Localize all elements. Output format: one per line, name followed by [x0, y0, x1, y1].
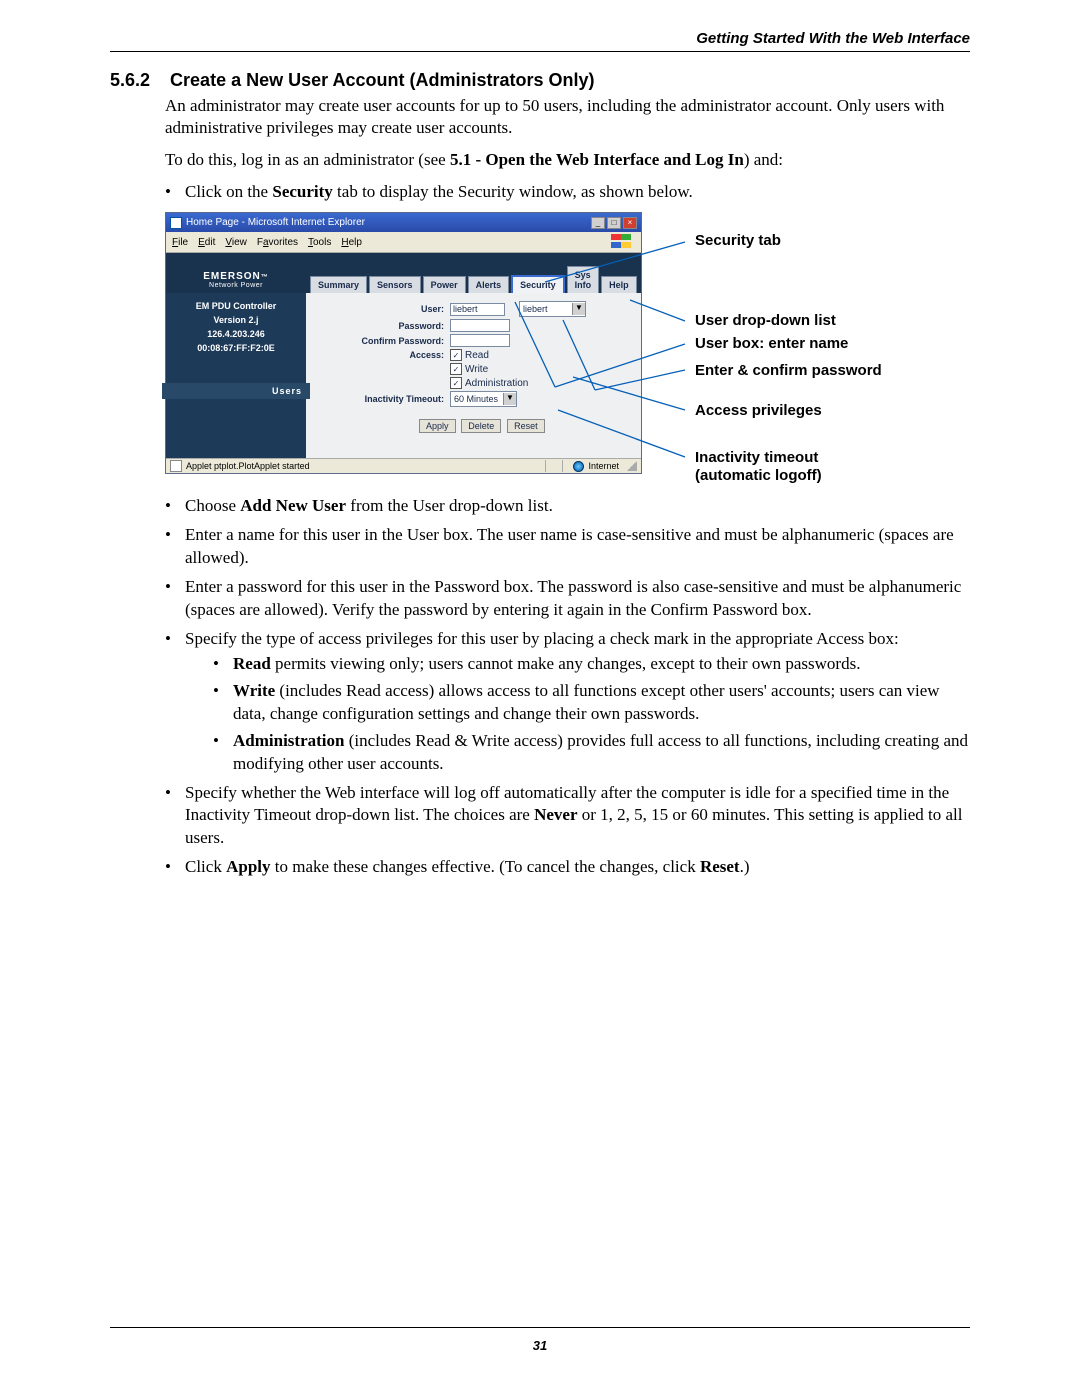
step-inactivity-timeout: Specify whether the Web interface will l… — [165, 782, 970, 851]
maximize-button[interactable]: □ — [607, 217, 621, 229]
applet-icon — [170, 460, 182, 472]
user-input[interactable]: liebert — [450, 303, 505, 316]
user-label: User: — [314, 304, 450, 314]
access-admin-desc: Administration (includes Read & Write ac… — [213, 730, 970, 776]
access-label: Access: — [314, 350, 450, 360]
timeout-dropdown[interactable]: 60 Minutes ▼ — [450, 391, 517, 407]
minimize-button[interactable]: _ — [591, 217, 605, 229]
menu-file[interactable]: File — [172, 237, 188, 248]
tab-power[interactable]: Power — [423, 276, 466, 293]
status-text: Applet ptplot.PlotApplet started — [186, 461, 310, 471]
read-checkbox[interactable]: ✓ — [450, 349, 462, 361]
xref-open-web-interface: 5.1 - Open the Web Interface and Log In — [450, 150, 744, 169]
window-titlebar: Home Page - Microsoft Internet Explorer … — [166, 213, 641, 232]
user-dropdown[interactable]: liebert ▼ — [519, 301, 586, 317]
access-write-desc: Write (includes Read access) allows acce… — [213, 680, 970, 726]
admin-checkbox[interactable]: ✓ — [450, 377, 462, 389]
tab-sysinfo[interactable]: Sys Info — [567, 266, 600, 293]
sidebar-version: Version 2.j — [213, 315, 258, 325]
close-button[interactable]: × — [623, 217, 637, 229]
menu-view[interactable]: View — [225, 237, 247, 248]
step-specify-access: Specify the type of access privileges fo… — [165, 628, 970, 776]
menu-favorites[interactable]: Favorites — [257, 237, 298, 248]
intro-paragraph-1: An administrator may create user account… — [165, 95, 970, 139]
callout-timeout-1: Inactivity timeout — [695, 449, 818, 466]
tab-security[interactable]: Security — [511, 275, 565, 293]
access-read-desc: Read permits viewing only; users cannot … — [213, 653, 970, 676]
confirm-password-label: Confirm Password: — [314, 336, 450, 346]
step-enter-password: Enter a password for this user in the Pa… — [165, 576, 970, 622]
menu-bar: File Edit View Favorites Tools Help — [166, 232, 641, 253]
callout-access: Access privileges — [695, 402, 822, 419]
tab-summary[interactable]: Summary — [310, 276, 367, 293]
browser-window: Home Page - Microsoft Internet Explorer … — [165, 212, 642, 474]
section-heading: 5.6.2 Create a New User Account (Administ… — [110, 70, 970, 91]
page-header: Getting Started With the Web Interface — [110, 30, 970, 47]
sidebar: EM PDU Controller Version 2.j 126.4.203.… — [166, 293, 306, 458]
form-area: User: liebert liebert ▼ Password: Confir — [306, 293, 641, 458]
zone-icon — [573, 461, 584, 472]
statusbar: Applet ptplot.PlotApplet started Interne… — [166, 458, 641, 473]
sidebar-item-users[interactable]: Users — [162, 383, 310, 399]
page-number: 31 — [110, 1338, 970, 1353]
section-number: 5.6.2 — [110, 70, 150, 90]
zone-text: Internet — [588, 461, 619, 471]
password-input[interactable] — [450, 319, 510, 332]
sidebar-title: EM PDU Controller — [196, 301, 277, 311]
screenshot-figure: Home Page - Microsoft Internet Explorer … — [165, 212, 980, 487]
chevron-down-icon: ▼ — [572, 303, 585, 315]
delete-button[interactable]: Delete — [461, 419, 501, 433]
callout-security-tab: Security tab — [695, 232, 781, 249]
tab-help[interactable]: Help — [601, 276, 637, 293]
callout-user-dropdown: User drop-down list — [695, 312, 836, 329]
brand-name: EMERSON — [203, 271, 261, 282]
apply-button[interactable]: Apply — [419, 419, 456, 433]
timeout-label: Inactivity Timeout: — [314, 394, 450, 404]
brand-subtitle: Network Power — [166, 282, 306, 289]
read-checkbox-label: Read — [465, 350, 489, 361]
menu-edit[interactable]: Edit — [198, 237, 215, 248]
write-checkbox-label: Write — [465, 364, 488, 375]
top-rule — [110, 51, 970, 52]
bottom-rule — [110, 1327, 970, 1328]
menu-help[interactable]: Help — [341, 237, 362, 248]
callout-timeout-2: (automatic logoff) — [695, 467, 822, 484]
menu-tools[interactable]: Tools — [308, 237, 331, 248]
window-title: Home Page - Microsoft Internet Explorer — [186, 217, 365, 228]
tab-alerts[interactable]: Alerts — [468, 276, 510, 293]
chevron-down-icon: ▼ — [503, 393, 516, 405]
ie-icon — [170, 217, 182, 229]
tab-strip: Summary Sensors Power Alerts Security Sy… — [306, 266, 643, 293]
section-title-text: Create a New User Account (Administrator… — [170, 70, 594, 90]
admin-checkbox-label: Administration — [465, 378, 528, 389]
brand-banner: EMERSON™ Network Power Summary Sensors P… — [166, 253, 641, 293]
confirm-password-input[interactable] — [450, 334, 510, 347]
step-click-apply: Click Apply to make these changes effect… — [165, 856, 970, 879]
intro-paragraph-2: To do this, log in as an administrator (… — [165, 149, 970, 171]
sidebar-mac: 00:08:67:FF:F2:0E — [197, 343, 275, 353]
write-checkbox[interactable]: ✓ — [450, 363, 462, 375]
tab-sensors[interactable]: Sensors — [369, 276, 421, 293]
callout-password: Enter & confirm password — [695, 362, 882, 379]
callout-user-box: User box: enter name — [695, 335, 848, 352]
windows-flag-icon — [611, 234, 635, 250]
step-click-security: Click on the Security tab to display the… — [165, 181, 970, 204]
password-label: Password: — [314, 321, 450, 331]
step-enter-name: Enter a name for this user in the User b… — [165, 524, 970, 570]
reset-button[interactable]: Reset — [507, 419, 545, 433]
step-choose-add-new-user: Choose Add New User from the User drop-d… — [165, 495, 970, 518]
sidebar-ip: 126.4.203.246 — [207, 329, 265, 339]
resize-grip-icon — [627, 461, 637, 471]
